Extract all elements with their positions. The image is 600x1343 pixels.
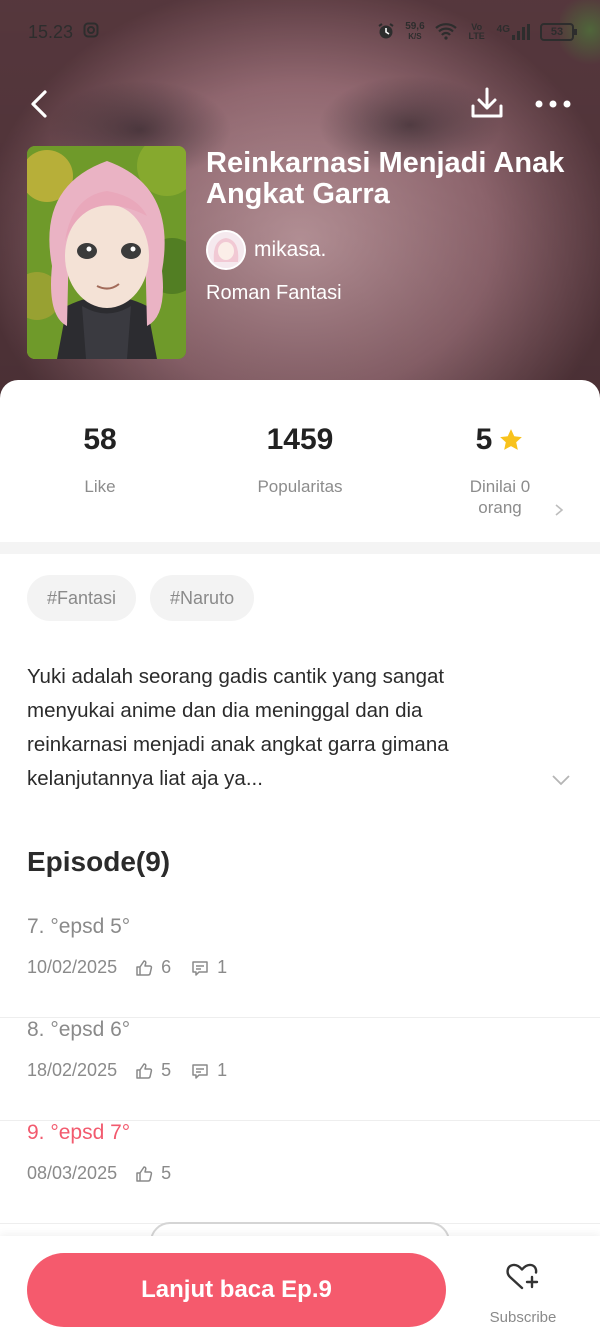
episode-date: 08/03/2025 [27,1163,118,1183]
episode-title: 8. °epsd 6° [27,1018,131,1041]
detail-sheet: 58 Like 1459 Popularitas 5 Dinilai 0 ora… [0,380,600,1343]
thumbs-up-icon [136,1165,153,1182]
subscribe-label: Subscribe [489,1309,557,1326]
more-button[interactable] [530,84,576,124]
episode-date: 10/02/2025 [27,957,118,977]
episode-comment-count: 1 [217,957,228,977]
like-label: Like [84,477,116,496]
thumbs-up-icon [136,959,153,976]
episode-likes: 5 [135,1060,171,1081]
synopsis-text: Yuki adalah seorang gadis cantik yang sa… [27,665,449,790]
episode-likes: 6 [135,957,171,978]
popularity-label: Popularitas [257,477,343,496]
episode-title: 9. °epsd 7° [27,1121,131,1144]
tag-naruto[interactable]: #Naruto [150,575,255,621]
episode-meta: 10/02/2025 6 1 [27,957,247,978]
tag-fantasi[interactable]: #Fantasi [27,575,137,621]
heart-plus-icon [506,1263,539,1290]
continue-reading-button[interactable]: Lanjut baca Ep.9 [27,1253,446,1327]
subscribe-button[interactable]: Subscribe [480,1260,566,1326]
download-button[interactable] [466,82,508,124]
author-name[interactable]: mikasa. [254,238,326,262]
comment-icon [192,1063,208,1079]
stats-row: 58 Like 1459 Popularitas 5 Dinilai 0 ora… [0,420,600,530]
episode-likes: 5 [135,1163,171,1184]
episode-comments: 1 [191,957,227,978]
episode-meta: 08/03/2025 5 [27,1163,191,1184]
author-row[interactable]: mikasa. [206,230,326,270]
signal-icon: 4G [497,24,530,40]
episode-like-count: 5 [161,1163,172,1183]
back-arrow-icon [31,90,47,118]
star-icon [500,429,523,450]
camera-icon [83,22,99,43]
more-icon [535,100,571,108]
stat-rating[interactable]: 5 Dinilai 0 orang [400,420,600,518]
section-divider [0,542,600,554]
status-time: 15.23 [28,21,74,42]
episode-meta: 18/02/2025 5 1 [27,1060,247,1081]
tag-list: #Fantasi #Naruto [27,575,255,621]
cover-illustration [27,146,186,359]
status-bar: 15.23 59,6 K/S Vo LTE 4G 53 [0,0,600,64]
episode-comments: 1 [191,1060,227,1081]
wifi-icon [434,22,457,43]
book-cover[interactable] [27,146,186,359]
net-speed: 59,6 K/S [405,22,424,42]
book-title: Reinkarnasi Menjadi Anak Angkat Garra [206,147,565,210]
episode-title: 7. °epsd 5° [27,915,131,938]
battery-icon: 53 [540,23,577,41]
book-genre: Roman Fantasi [206,282,342,304]
chevron-right-icon [555,504,564,516]
network-label: 4G [496,24,510,35]
rating-label: Dinilai 0 orang [469,477,531,517]
stat-like: 58 Like [0,420,200,497]
top-nav [0,80,600,128]
battery-level: 53 [550,26,564,38]
popularity-count: 1459 [266,423,334,456]
author-avatar[interactable] [206,230,246,270]
net-speed-unit: K/S [408,32,422,41]
episode-like-count: 6 [161,957,172,977]
chevron-down-icon[interactable] [550,772,572,788]
stat-popularity: 1459 Popularitas [200,420,400,497]
episode-heading: Episode(9) [27,846,171,877]
episode-date: 18/02/2025 [27,1060,118,1080]
rating-value: 5 [475,423,493,456]
episode-like-count: 5 [161,1060,172,1080]
episode-comment-count: 1 [217,1060,228,1080]
thumbs-up-icon [136,1062,153,1079]
episode-item[interactable]: 7. °epsd 5° 10/02/2025 6 1 [0,915,600,1018]
bottom-action-bar: Lanjut baca Ep.9 Subscribe [0,1236,600,1343]
like-count: 58 [83,423,117,456]
back-button[interactable] [22,84,56,124]
episode-item[interactable]: 8. °epsd 6° 18/02/2025 5 1 [0,1018,600,1121]
volte-label: Vo LTE [468,22,485,41]
alarm-icon [377,22,395,43]
episode-item-current[interactable]: 9. °epsd 7° 08/03/2025 5 [0,1121,600,1224]
net-speed-value: 59,6 [405,21,425,32]
comment-icon [192,960,208,976]
download-icon [471,87,503,118]
